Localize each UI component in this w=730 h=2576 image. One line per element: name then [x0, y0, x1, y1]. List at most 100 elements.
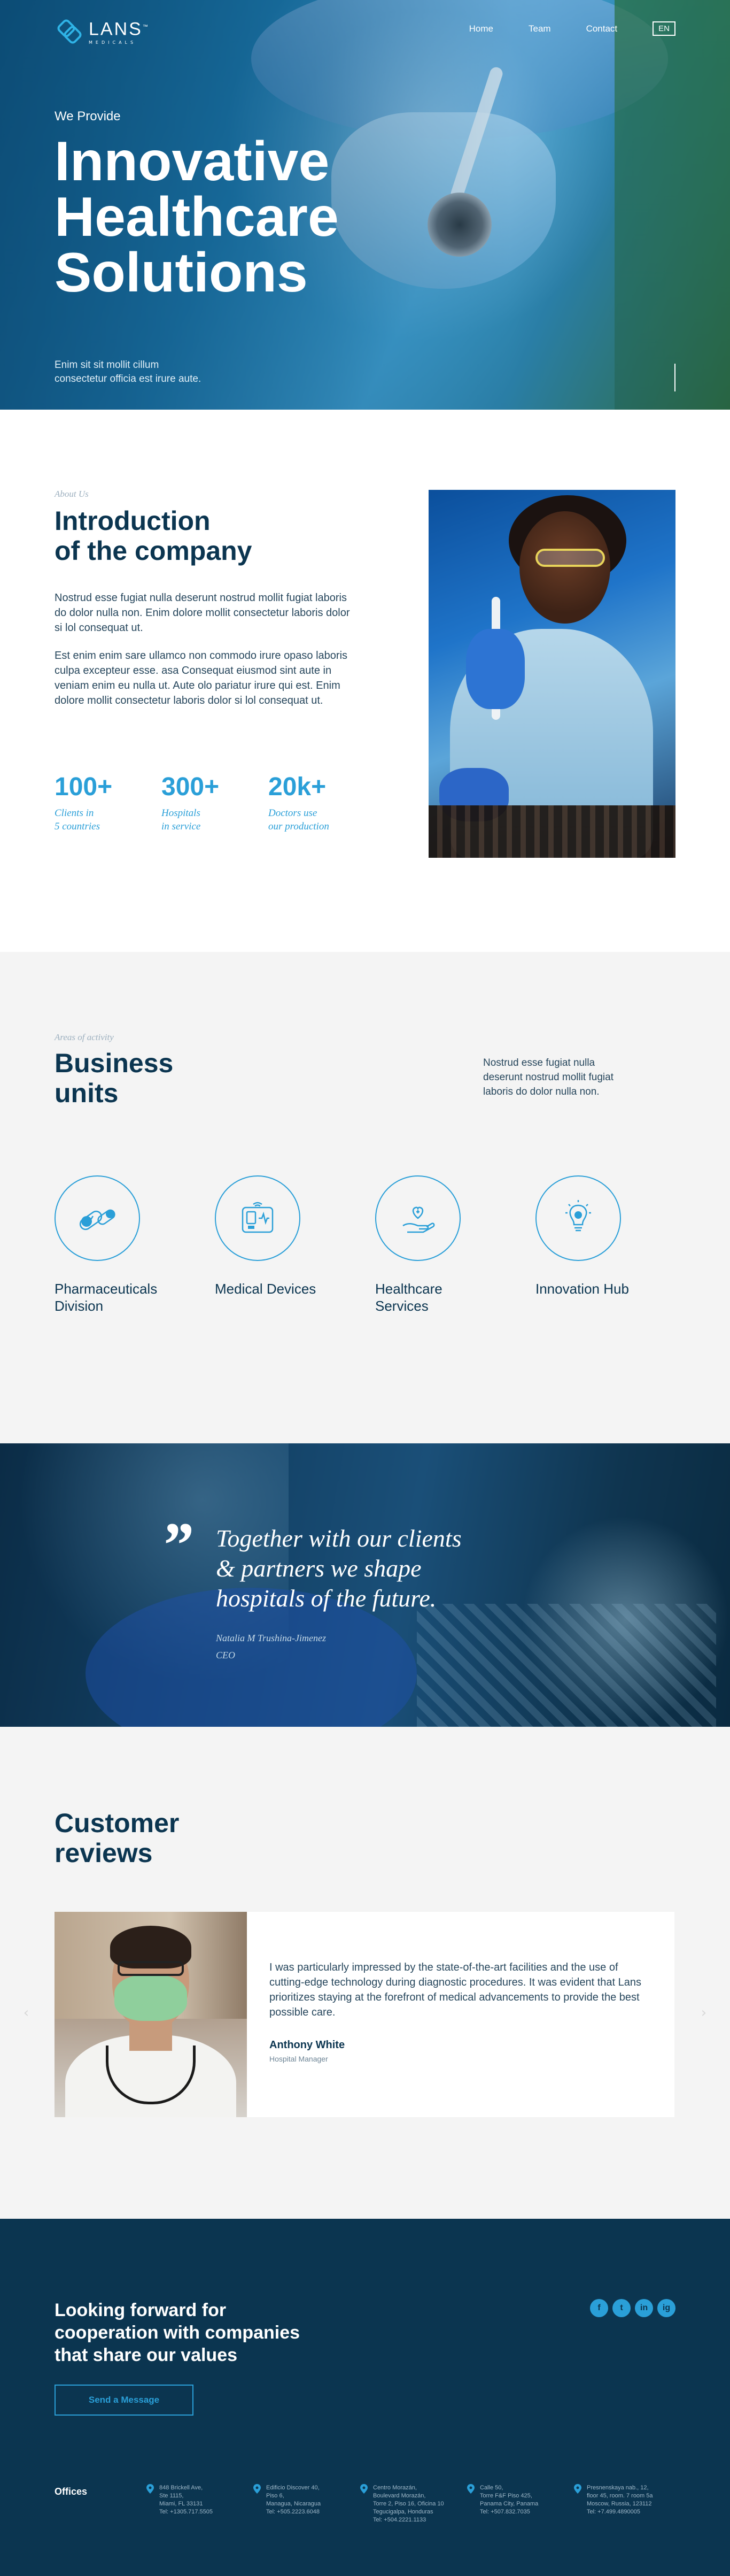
office-item: Centro Morazán, Boulevard Morazán, Torre… — [360, 2484, 467, 2524]
review-prev-arrow-icon[interactable]: ‹ — [18, 2005, 34, 2021]
review-next-arrow-icon[interactable]: › — [696, 2005, 712, 2021]
office-item: Edificio Discover 40, Piso 6, Managua, N… — [253, 2484, 360, 2524]
linkedin-icon[interactable]: in — [635, 2299, 653, 2317]
unit-icon-circle — [55, 1175, 140, 1261]
office-address-line: Managua, Nicaragua — [266, 2501, 321, 2507]
footer-title-line: cooperation with companies — [55, 2323, 300, 2343]
ceo-quote-section: ” Together with our clients & partners w… — [0, 1443, 730, 1727]
reviews-title-line: Customer — [55, 1808, 180, 1838]
language-switch-button[interactable]: EN — [653, 21, 675, 36]
quote-line: hospitals of the future. — [216, 1585, 437, 1612]
unit-pharmaceuticals[interactable]: Pharmaceuticals Division — [55, 1175, 215, 1314]
about-title: Introduction of the company — [55, 506, 332, 566]
office-phone: Tel: +504.2221.1133 — [373, 2517, 426, 2523]
lightbulb-icon — [565, 1200, 591, 1232]
office-address: 848 Brickell Ave, Ste 1115, Miami, FL 33… — [159, 2484, 213, 2524]
about-title-line: Introduction — [55, 506, 211, 536]
top-nav: LANS™ MEDICALS Home Team Contact EN — [0, 0, 730, 59]
review-body: I was particularly impressed by the stat… — [247, 1912, 674, 2117]
office-phone: Tel: +505.2223.6048 — [266, 2509, 320, 2515]
logo-trademark: ™ — [142, 24, 150, 30]
unit-icon-circle — [535, 1175, 621, 1261]
business-units-section: Areas of activity Business units Nostrud… — [0, 952, 730, 1443]
stat-number: 300+ — [161, 773, 220, 801]
business-title-line: Business — [55, 1048, 174, 1078]
unit-label: Innovation Hub — [535, 1280, 696, 1297]
hero-description-line: Enim sit sit mollit cillum — [55, 359, 159, 371]
review-text: I was particularly impressed by the stat… — [269, 1962, 641, 2018]
office-address-line: Miami, FL 33131 — [159, 2501, 203, 2507]
twitter-icon[interactable]: t — [612, 2299, 631, 2317]
location-pin-icon — [574, 2484, 581, 2494]
location-pin-icon — [253, 2484, 261, 2494]
location-pin-icon — [467, 2484, 475, 2494]
unit-label-line: Pharmaceuticals — [55, 1281, 158, 1297]
reviewer-photo — [55, 1912, 247, 2117]
lab-scientist-photo — [429, 490, 675, 858]
stat-clients: 100+ Clients in 5 countries — [55, 773, 161, 833]
office-address-line: Panama City, Panama — [480, 2501, 539, 2507]
unit-label-line: Innovation Hub — [535, 1281, 629, 1297]
office-address-line: Calle 50, — [480, 2485, 503, 2491]
hero-description: Enim sit sit mollit cillum consectetur o… — [55, 358, 300, 386]
offices-label: Offices — [55, 2486, 88, 2497]
about-paragraph-1: Nostrud esse fugiat nulla deserunt nostr… — [55, 592, 350, 634]
hand-heart-icon — [402, 1206, 435, 1233]
quote-text: Together with our clients & partners we … — [216, 1524, 547, 1613]
quote-author-name: Natalia M Trushina-Jimenez — [216, 1633, 326, 1643]
office-address-line: Presnenskaya nab., 12, — [587, 2485, 649, 2491]
facebook-icon[interactable]: f — [590, 2299, 608, 2317]
hero-title-line: Innovative — [55, 130, 330, 193]
office-address-line: Centro Morazán, — [373, 2485, 417, 2491]
office-address-line: Piso 6, — [266, 2493, 284, 2499]
nav-link-home[interactable]: Home — [469, 24, 493, 34]
scroll-indicator — [674, 364, 675, 391]
unit-label-line: Services — [375, 1298, 429, 1314]
logo-wordmark: LANS™ MEDICALS — [89, 18, 150, 45]
logo[interactable]: LANS™ MEDICALS — [55, 17, 150, 47]
main-menu: Home Team Contact EN — [434, 21, 675, 36]
office-address: Presnenskaya nab., 12, floor 45, room. 7… — [587, 2484, 653, 2524]
business-title: Business units — [55, 1048, 268, 1108]
reviewer-role: Hospital Manager — [269, 2055, 328, 2063]
hero-title-line: Healthcare — [55, 186, 339, 248]
business-description: Nostrud esse fugiat nulla deserunt nostr… — [483, 1057, 613, 1097]
logo-mark-icon — [57, 19, 82, 44]
unit-label-line: Medical Devices — [215, 1281, 316, 1297]
stat-label-line: our production — [268, 821, 329, 832]
hero-title: Innovative Healthcare Solutions — [55, 134, 339, 301]
unit-healthcare-services[interactable]: Healthcare Services — [375, 1175, 535, 1314]
quote-attribution: Natalia M Trushina-Jimenez CEO — [216, 1629, 326, 1664]
pills-icon — [79, 1209, 115, 1231]
offices-list: 848 Brickell Ave, Ste 1115, Miami, FL 33… — [146, 2484, 681, 2524]
office-phone: Tel: +1305.717.5505 — [159, 2509, 213, 2515]
business-units-list: Pharmaceuticals Division Medical Devices… — [55, 1175, 696, 1314]
office-address: Edificio Discover 40, Piso 6, Managua, N… — [266, 2484, 321, 2524]
office-phone: Tel: +507.832.7035 — [480, 2509, 530, 2515]
office-address-line: Torre F&F Piso 425, — [480, 2493, 532, 2499]
instagram-icon[interactable]: ig — [657, 2299, 675, 2317]
reviews-section: Customer reviews ‹ I was particularly im… — [0, 1727, 730, 2219]
location-pin-icon — [146, 2484, 154, 2494]
hero-description-line: consectetur officia est irure aute. — [55, 373, 201, 385]
unit-medical-devices[interactable]: Medical Devices — [215, 1175, 375, 1314]
unit-label-line: Healthcare — [375, 1281, 442, 1297]
nav-link-contact[interactable]: Contact — [586, 24, 618, 34]
nav-link-team[interactable]: Team — [529, 24, 551, 34]
unit-innovation-hub[interactable]: Innovation Hub — [535, 1175, 696, 1314]
office-address: Centro Morazán, Boulevard Morazán, Torre… — [373, 2484, 444, 2524]
review-card: I was particularly impressed by the stat… — [55, 1912, 674, 2117]
stat-doctors: 20k+ Doctors use our production — [268, 773, 375, 833]
stat-label: Doctors use our production — [268, 806, 375, 833]
footer-cta-title: Looking forward for cooperation with com… — [55, 2299, 354, 2366]
send-message-button[interactable]: Send a Message — [55, 2385, 193, 2416]
stat-label: Hospitals in service — [161, 806, 268, 833]
office-address-line: Tegucigalpa, Honduras — [373, 2509, 433, 2515]
office-item: Presnenskaya nab., 12, floor 45, room. 7… — [574, 2484, 681, 2524]
footer-title-line: that share our values — [55, 2345, 238, 2365]
about-kicker: About Us — [55, 489, 89, 499]
office-address-line: Torre 2, Piso 16, Oficina 10 — [373, 2501, 444, 2507]
logo-subtitle: MEDICALS — [89, 40, 137, 45]
office-address-line: Moscow, Russia, 123112 — [587, 2501, 652, 2507]
unit-label: Medical Devices — [215, 1280, 375, 1297]
